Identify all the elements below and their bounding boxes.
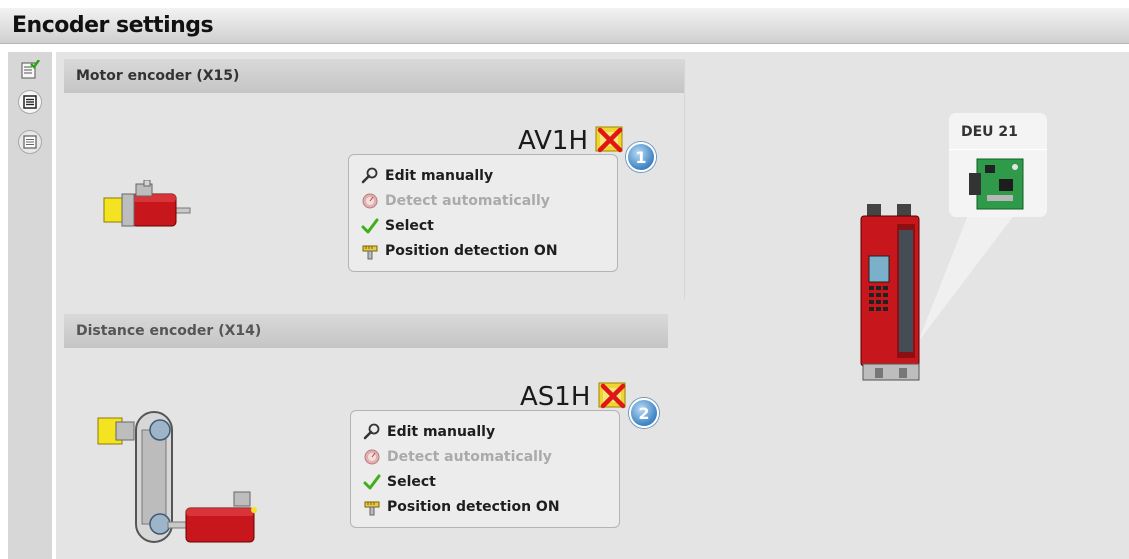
position-icon xyxy=(362,245,378,260)
side-toolbar xyxy=(8,52,52,559)
motor-encoder-section-header: Motor encoder (X15) xyxy=(64,59,684,93)
distance-edit-manually-button[interactable]: Edit manually xyxy=(363,421,495,443)
not-configured-icon xyxy=(595,126,623,153)
motor-select-button[interactable]: Select xyxy=(361,215,434,237)
servo-drive-illustration xyxy=(860,204,920,381)
checkmark-icon xyxy=(363,474,381,490)
list-button[interactable] xyxy=(18,130,42,154)
motor-position-detection-button[interactable]: Position detection ON xyxy=(361,240,558,262)
distance-select-button[interactable]: Select xyxy=(363,471,436,493)
wrench-icon xyxy=(363,423,380,440)
header-bar: Encoder settings xyxy=(0,8,1129,44)
detect-icon xyxy=(364,449,380,465)
motor-encoder-badge: 1 xyxy=(626,142,656,172)
distance-detect-automatically-button[interactable]: Detect automatically xyxy=(363,446,552,468)
motor-edit-manually-button[interactable]: Edit manually xyxy=(361,165,493,187)
motor-encoder-name: AV1H xyxy=(518,126,589,156)
distance-encoder-actions: Edit manually Detect automatically Selec… xyxy=(350,410,620,528)
distance-encoder-illustration xyxy=(97,411,257,543)
checkmark-icon xyxy=(361,218,379,234)
distance-encoder-badge: 2 xyxy=(629,398,659,428)
page-title: Encoder settings xyxy=(12,13,214,38)
list-active-icon xyxy=(23,95,37,109)
position-icon xyxy=(364,501,380,516)
motor-encoder-actions: Edit manually Detect automatically Selec… xyxy=(348,154,618,272)
wrench-icon xyxy=(361,167,378,184)
distance-encoder-name: AS1H xyxy=(520,382,591,412)
checklist-icon xyxy=(21,60,40,79)
list-icon xyxy=(23,135,37,149)
distance-position-detection-button[interactable]: Position detection ON xyxy=(363,496,560,518)
motor-detect-automatically-button[interactable]: Detect automatically xyxy=(361,190,550,212)
motor-encoder-title: Motor encoder (X15) xyxy=(76,68,240,84)
distance-encoder-title: Distance encoder (X14) xyxy=(76,323,262,339)
distance-encoder-section-header: Distance encoder (X14) xyxy=(64,314,668,348)
not-configured-icon xyxy=(598,382,626,409)
motor-encoder-illustration xyxy=(103,180,191,227)
circuit-board-icon xyxy=(969,158,1024,210)
option-card-label: DEU 21 xyxy=(961,124,1018,140)
detect-icon xyxy=(362,193,378,209)
list-active-button[interactable] xyxy=(18,90,42,114)
checklist-button[interactable] xyxy=(18,58,42,82)
option-card-panel[interactable]: DEU 21 xyxy=(949,113,1047,217)
